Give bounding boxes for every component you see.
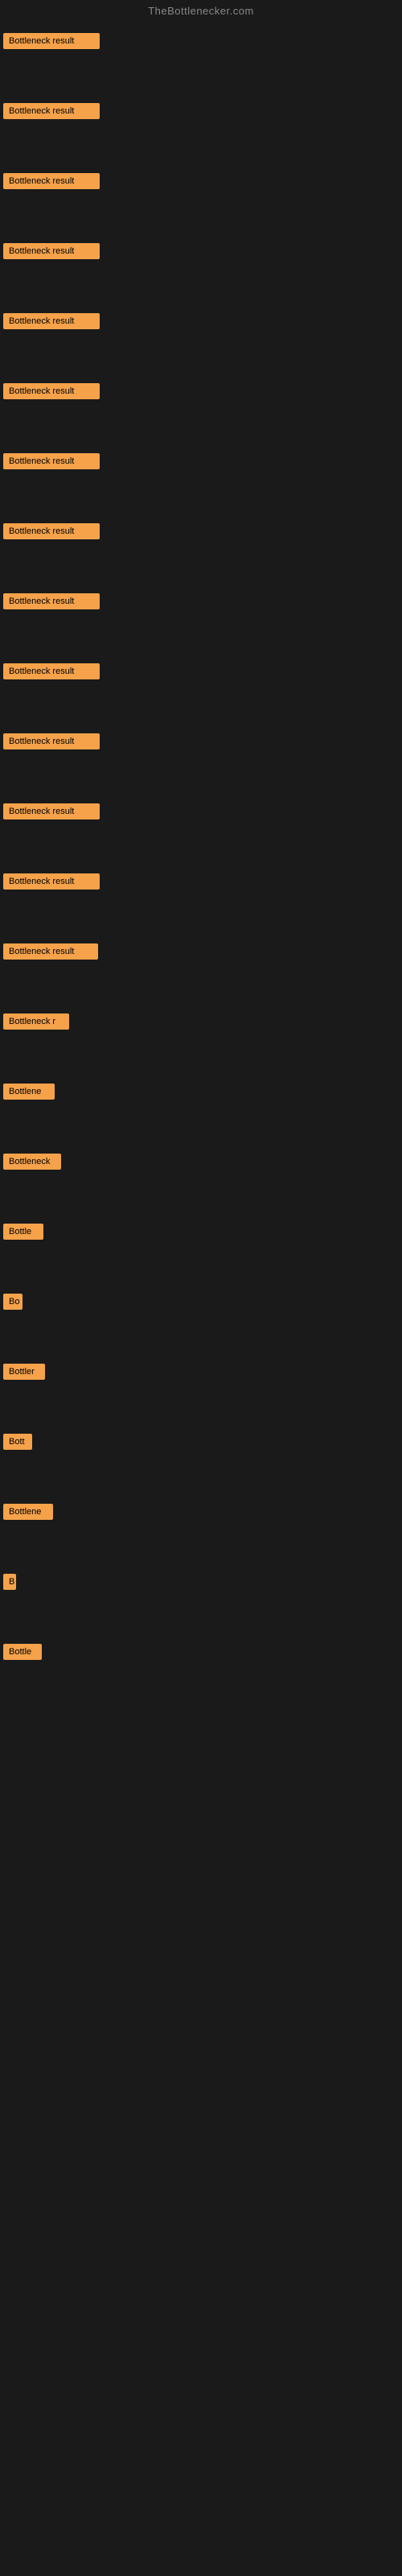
list-item: Bottleneck result (0, 303, 402, 374)
bottleneck-badge[interactable]: Bottle (3, 1644, 42, 1660)
bottleneck-badge[interactable]: Bottler (3, 1364, 45, 1380)
bottleneck-badge[interactable]: Bottleneck result (3, 313, 100, 329)
list-item: Bottleneck result (0, 794, 402, 864)
list-item: Bottleneck result (0, 444, 402, 514)
bottleneck-badge[interactable]: Bottleneck result (3, 943, 98, 960)
list-item: Bott (0, 1424, 402, 1494)
bottleneck-badge[interactable]: Bottleneck result (3, 523, 100, 539)
list-item: Bottlene (0, 1074, 402, 1144)
bottleneck-badge[interactable]: Bottleneck result (3, 733, 100, 749)
list-item: Bottleneck (0, 1144, 402, 1214)
list-item: Bottleneck result (0, 724, 402, 794)
list-item: Bottleneck result (0, 233, 402, 303)
bottleneck-badge[interactable]: Bottlene (3, 1504, 53, 1520)
bottleneck-badge[interactable]: Bottleneck result (3, 593, 100, 609)
bottleneck-badge[interactable]: Bottleneck result (3, 243, 100, 259)
list-item: B (0, 1564, 402, 1634)
bottleneck-badge[interactable]: Bottleneck result (3, 173, 100, 189)
list-item: Bottle (0, 1634, 402, 1704)
list-item: Bottleneck result (0, 374, 402, 444)
site-title: TheBottlenecker.com (0, 0, 402, 22)
list-item: Bo (0, 1284, 402, 1354)
bottleneck-badge[interactable]: Bottleneck result (3, 873, 100, 890)
bottleneck-badge[interactable]: Bottle (3, 1224, 43, 1240)
list-item: Bottle (0, 1214, 402, 1284)
list-item: Bottler (0, 1354, 402, 1424)
list-item: Bottleneck result (0, 23, 402, 93)
list-item: Bottleneck result (0, 864, 402, 934)
list-item: Bottleneck result (0, 934, 402, 1004)
bottleneck-badge[interactable]: B (3, 1574, 16, 1590)
list-item: Bottleneck result (0, 654, 402, 724)
bottleneck-badge[interactable]: Bottleneck (3, 1154, 61, 1170)
list-item: Bottleneck result (0, 163, 402, 233)
list-item: Bottleneck r (0, 1004, 402, 1074)
bottleneck-badge[interactable]: Bo (3, 1294, 23, 1310)
bottleneck-badge[interactable]: Bottleneck result (3, 453, 100, 469)
bottleneck-badge[interactable]: Bottleneck result (3, 663, 100, 679)
site-title-bar: TheBottlenecker.com (0, 0, 402, 22)
bottleneck-badge[interactable]: Bottleneck result (3, 103, 100, 119)
list-item: Bottlene (0, 1494, 402, 1564)
bottleneck-badge[interactable]: Bottleneck result (3, 383, 100, 399)
list-item: Bottleneck result (0, 93, 402, 163)
list-item: Bottleneck result (0, 514, 402, 584)
bottleneck-badge[interactable]: Bott (3, 1434, 32, 1450)
bottleneck-badge[interactable]: Bottleneck result (3, 803, 100, 819)
bottleneck-badge[interactable]: Bottlene (3, 1084, 55, 1100)
list-item: Bottleneck result (0, 584, 402, 654)
bottleneck-badge[interactable]: Bottleneck result (3, 33, 100, 49)
bottleneck-badge[interactable]: Bottleneck r (3, 1013, 69, 1030)
bottleneck-list: Bottleneck result Bottleneck result Bottle… (0, 22, 402, 1706)
